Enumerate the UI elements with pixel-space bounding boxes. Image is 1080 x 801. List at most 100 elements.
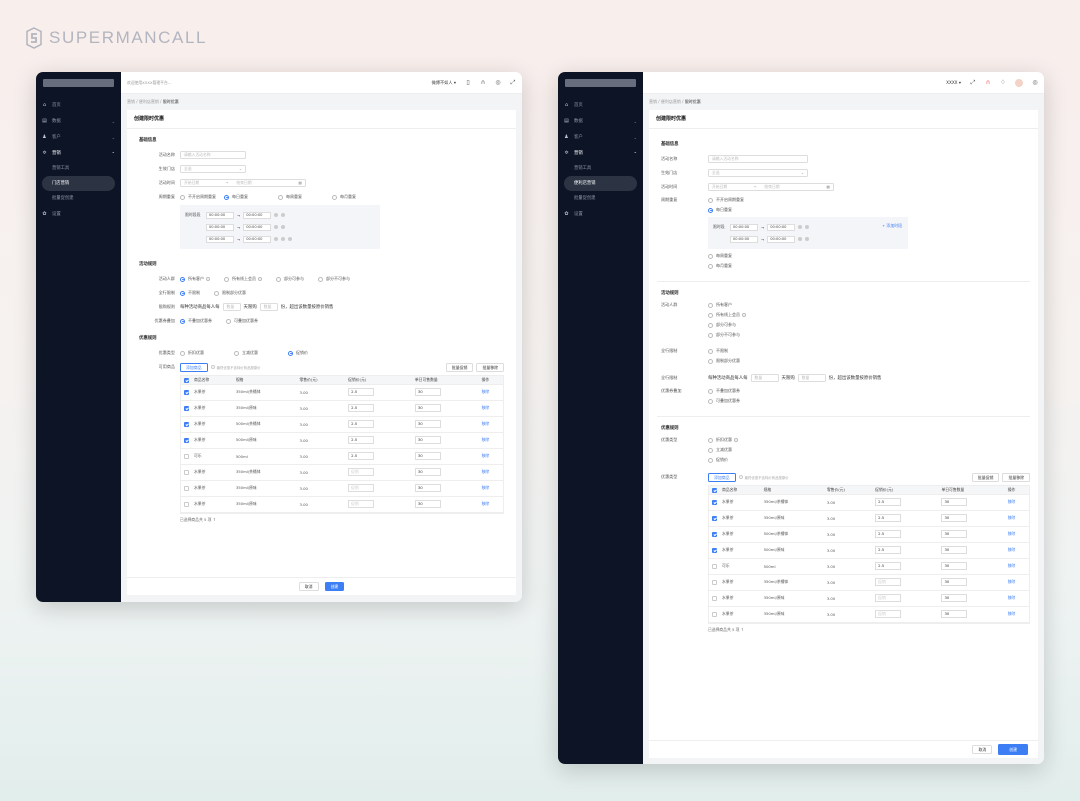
- period-start[interactable]: 00:00:00: [206, 235, 234, 243]
- promo-price-input[interactable]: 2.5: [348, 388, 375, 396]
- stack-no[interactable]: 不叠加优惠券: [180, 318, 212, 324]
- row-checkbox[interactable]: [184, 405, 189, 411]
- add-period-link[interactable]: + 添加时段: [882, 223, 902, 229]
- daily-qty-input[interactable]: 30: [414, 500, 441, 508]
- daily-qty-input[interactable]: 30: [941, 514, 968, 522]
- daily-qty-input[interactable]: 30: [414, 420, 441, 428]
- phone-icon[interactable]: ▯: [465, 79, 471, 86]
- daily-qty-input[interactable]: 30: [941, 594, 968, 602]
- help-icon[interactable]: [734, 438, 738, 442]
- remove-link[interactable]: 移除: [478, 432, 503, 449]
- stack-yes[interactable]: 可叠加优惠券: [226, 318, 258, 324]
- repeat-monthly[interactable]: 每月重复: [332, 194, 356, 200]
- fullscreen-icon[interactable]: ⤢: [970, 79, 976, 86]
- promo-price-input[interactable]: 促销: [875, 578, 902, 586]
- people-excluded[interactable]: 部分不可参与: [708, 332, 740, 338]
- row-checkbox[interactable]: [712, 579, 717, 585]
- people-members[interactable]: 所有线上会员: [708, 312, 746, 318]
- row-checkbox[interactable]: [712, 531, 717, 537]
- help-icon[interactable]: [206, 277, 210, 281]
- promo-price-input[interactable]: 2.5: [348, 404, 375, 412]
- avatar[interactable]: [1015, 78, 1023, 87]
- limit-none[interactable]: 不限制: [180, 290, 200, 296]
- sidebar-item-customer[interactable]: ♟ 客户 ⌄: [36, 129, 121, 145]
- sidebar-sub-store[interactable]: 门店营销: [42, 176, 115, 191]
- period-start[interactable]: 00:00:00: [206, 211, 234, 219]
- sidebar-item-home[interactable]: ⌂ 首页: [558, 97, 643, 113]
- remove-icon[interactable]: [805, 237, 810, 241]
- sidebar-sub-tools[interactable]: 营销工具: [558, 161, 643, 176]
- period-end[interactable]: 00:00:00: [243, 223, 272, 231]
- sidebar-item-home[interactable]: ⌂ 首页: [36, 97, 121, 113]
- dtype-discount[interactable]: 折扣优惠: [708, 437, 738, 443]
- row-checkbox[interactable]: [184, 501, 189, 507]
- promo-price-input[interactable]: 促销: [348, 500, 375, 508]
- row-checkbox[interactable]: [184, 469, 189, 475]
- repeat-monthly[interactable]: 每月重复: [708, 263, 732, 269]
- promo-price-input[interactable]: 促销: [348, 468, 375, 476]
- repeat-daily[interactable]: 每日重复: [224, 194, 248, 200]
- help-icon[interactable]: [742, 313, 746, 317]
- add-icon[interactable]: [288, 237, 293, 241]
- sidebar-sub-tools[interactable]: 营销工具: [36, 161, 121, 176]
- repeat-weekly[interactable]: 每周重复: [708, 253, 732, 259]
- promo-price-input[interactable]: 2.5: [875, 546, 902, 554]
- promo-price-input[interactable]: 促销: [348, 484, 375, 492]
- promo-price-input[interactable]: 2.5: [348, 420, 375, 428]
- remove-icon[interactable]: [281, 225, 286, 229]
- people-partial[interactable]: 部分可参与: [276, 276, 304, 282]
- globe-icon[interactable]: ◎: [495, 79, 501, 86]
- row-checkbox[interactable]: [712, 563, 717, 569]
- stack-no[interactable]: 不叠加优惠券: [708, 388, 740, 394]
- people-members[interactable]: 所有线上会员: [224, 276, 262, 282]
- buy-days-input[interactable]: 数量: [750, 374, 779, 382]
- limit-none[interactable]: 不限制: [708, 348, 728, 354]
- remove-link[interactable]: 移除: [1004, 574, 1029, 591]
- limit-partial[interactable]: 限制部分优惠: [708, 358, 740, 364]
- headset-icon[interactable]: ∩: [985, 79, 991, 86]
- row-checkbox[interactable]: [712, 499, 717, 505]
- repeat-none[interactable]: 不开启周期重复: [708, 197, 744, 203]
- batch-promo-button[interactable]: 批量促销: [971, 472, 1000, 482]
- create-button[interactable]: 创建: [998, 744, 1028, 755]
- sidebar-item-marketing[interactable]: ✲ 营销 ⌃: [558, 145, 643, 161]
- promo-price-input[interactable]: 促销: [875, 610, 902, 618]
- period-start[interactable]: 00:00:00: [730, 235, 758, 243]
- name-input[interactable]: 请输入活动名称: [180, 151, 246, 159]
- row-checkbox[interactable]: [184, 421, 189, 427]
- fullscreen-icon[interactable]: ⤢: [510, 79, 516, 86]
- period-end[interactable]: 00:00:00: [243, 211, 272, 219]
- buy-days-input[interactable]: 数量: [222, 303, 241, 311]
- dtype-reduce[interactable]: 立减优惠: [708, 447, 732, 453]
- sidebar-item-settings[interactable]: ✿ 设置: [558, 206, 643, 222]
- row-checkbox[interactable]: [712, 595, 717, 601]
- remove-link[interactable]: 移除: [478, 400, 503, 417]
- date-range-input[interactable]: 开始日期 → 结束日期 ▦: [708, 183, 834, 191]
- period-start[interactable]: 00:00:00: [206, 223, 234, 231]
- dtype-promo[interactable]: 促销价: [288, 350, 308, 356]
- remove-link[interactable]: 移除: [1004, 542, 1029, 559]
- remove-link[interactable]: 移除: [1004, 494, 1029, 511]
- sidebar-item-marketing[interactable]: ✲ 营销 ⌃: [36, 145, 121, 161]
- daily-qty-input[interactable]: 30: [414, 436, 441, 444]
- remove-link[interactable]: 移除: [478, 464, 503, 481]
- repeat-daily[interactable]: 每日重复: [708, 207, 732, 213]
- buy-qty-input[interactable]: 数量: [259, 303, 278, 311]
- period-end[interactable]: 00:00:00: [767, 235, 796, 243]
- row-checkbox[interactable]: [184, 437, 189, 443]
- bell-icon[interactable]: ♢: [1000, 79, 1006, 86]
- add-goods-button[interactable]: 添加商品: [180, 362, 208, 372]
- promo-price-input[interactable]: 促销: [875, 594, 902, 602]
- remove-link[interactable]: 移除: [478, 496, 503, 513]
- daily-qty-input[interactable]: 30: [941, 530, 968, 538]
- batch-promo-button[interactable]: 批量促销: [445, 362, 474, 372]
- row-checkbox[interactable]: [184, 485, 189, 491]
- daily-qty-input[interactable]: 30: [414, 452, 441, 460]
- store-select[interactable]: 全选 ⌄: [180, 165, 246, 173]
- row-checkbox[interactable]: [184, 453, 189, 459]
- batch-remove-button[interactable]: 批量移除: [476, 362, 504, 372]
- remove-icon[interactable]: [281, 213, 286, 217]
- remove-icon[interactable]: [805, 225, 810, 229]
- people-all[interactable]: 所有客户: [708, 302, 732, 308]
- breadcrumb-item[interactable]: 便利店营销: [139, 99, 159, 104]
